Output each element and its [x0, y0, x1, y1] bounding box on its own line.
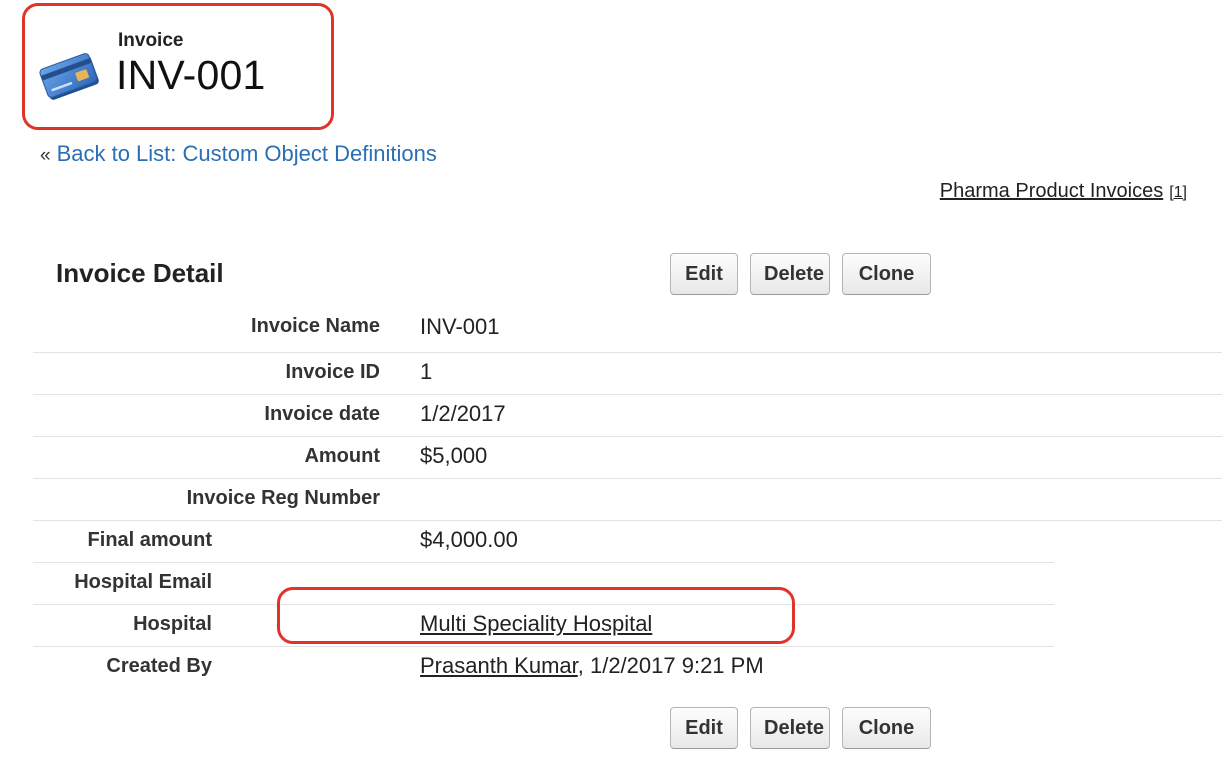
field-row-invoice-name: Invoice Name INV-001 — [33, 305, 1222, 353]
field-label: Final amount — [87, 529, 212, 551]
field-value: Prasanth Kumar, 1/2/2017 9:21 PM — [420, 653, 764, 679]
field-row-created-by: Created By Prasanth Kumar, 1/2/2017 9:21… — [33, 647, 1054, 688]
back-link-container: « Back to List: Custom Object Definitions — [40, 141, 437, 167]
field-value: INV-001 — [420, 314, 500, 339]
clone-button[interactable]: Clone — [842, 253, 931, 295]
field-value: $4,000.00 — [420, 527, 518, 552]
field-row-invoice-date: Invoice date 1/2/2017 — [33, 395, 1222, 437]
related-list-link-pharma-product-invoices[interactable]: Pharma Product Invoices — [940, 180, 1163, 202]
related-list-count[interactable]: [1] — [1169, 184, 1187, 201]
field-label: Created By — [106, 655, 212, 677]
field-label: Invoice Name — [251, 315, 380, 337]
edit-button[interactable]: Edit — [670, 253, 738, 295]
section-title: Invoice Detail — [56, 258, 224, 288]
top-button-bar: Edit Delete Clone — [670, 253, 931, 295]
clone-button[interactable]: Clone — [842, 707, 931, 749]
field-row-final-amount: Final amount $4,000.00 — [33, 521, 1054, 563]
field-value: $5,000 — [420, 443, 488, 468]
bottom-button-bar: Edit Delete Clone — [670, 707, 931, 749]
field-label: Invoice date — [264, 403, 380, 425]
field-row-amount: Amount $5,000 — [33, 437, 1222, 479]
field-value: 1 — [420, 359, 433, 384]
field-label: Invoice ID — [285, 361, 380, 383]
field-row-invoice-reg-number: Invoice Reg Number — [33, 479, 1222, 521]
delete-button[interactable]: Delete — [750, 707, 830, 749]
created-by-user-link[interactable]: Prasanth Kumar — [420, 653, 578, 678]
edit-button[interactable]: Edit — [670, 707, 738, 749]
field-label: Amount — [304, 445, 380, 467]
created-date-text: , 1/2/2017 9:21 PM — [577, 653, 764, 678]
field-label: Hospital Email — [74, 571, 212, 593]
back-to-list-link[interactable]: Back to List: Custom Object Definitions — [57, 141, 437, 166]
delete-button[interactable]: Delete — [750, 253, 830, 295]
field-label: Invoice Reg Number — [186, 487, 380, 509]
field-label: Hospital — [133, 613, 212, 635]
hospital-highlight-annotation — [277, 587, 795, 644]
field-row-invoice-id: Invoice ID 1 — [33, 353, 1222, 395]
header-highlight-annotation — [22, 3, 334, 130]
back-arrow-icon: « — [40, 145, 51, 166]
field-value: 1/2/2017 — [420, 401, 506, 426]
related-list-hover-links: Pharma Product Invoices [1] — [940, 180, 1187, 203]
